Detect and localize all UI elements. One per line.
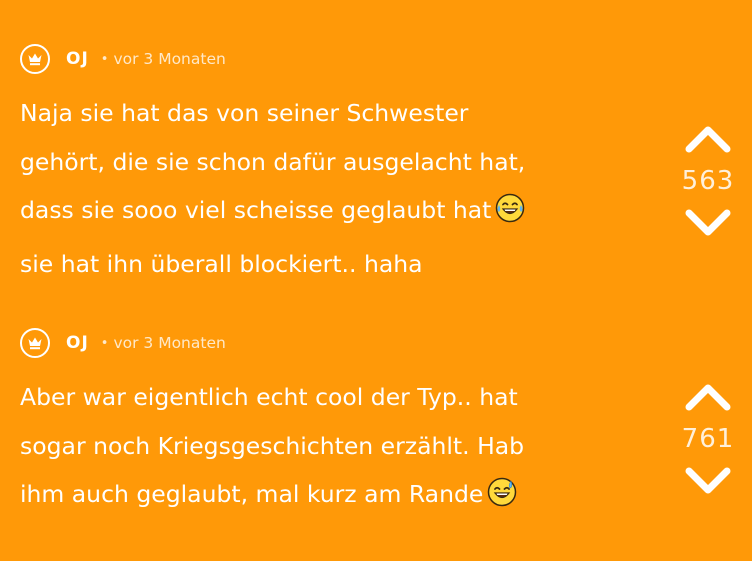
post-body: Naja sie hat das von seiner Schwester ge… (20, 99, 526, 224)
crown-icon (20, 44, 50, 74)
downvote-button[interactable] (678, 203, 738, 243)
upvote-button[interactable] (678, 377, 738, 417)
author-name[interactable]: OJ (66, 333, 89, 353)
vote-count: 563 (681, 166, 735, 196)
downvote-button[interactable] (678, 461, 738, 501)
vote-count: 761 (681, 424, 735, 454)
chevron-up-icon (685, 384, 731, 411)
post-meta: OJ • vor 3 Monaten (20, 41, 226, 77)
post-meta: OJ • vor 3 Monaten (20, 325, 226, 361)
author-name[interactable]: OJ (66, 49, 89, 69)
post-timestamp: vor 3 Monaten (113, 334, 226, 352)
meta-separator: • (100, 51, 109, 67)
reply-feed: OJ • vor 3 Monaten Naja sie hat das von … (0, 0, 752, 561)
post-text: Aber war eigentlich echt cool der Typ.. … (20, 373, 650, 524)
chevron-up-icon (685, 126, 731, 153)
upvote-button[interactable] (678, 119, 738, 159)
post-text: Naja sie hat das von seiner Schwester ge… (20, 89, 650, 288)
vote-control: 563 (668, 119, 748, 243)
meta-separator: • (100, 335, 109, 351)
face-with-tears-of-joy-icon (495, 191, 525, 240)
post-body-continued: sie hat ihn überall blockiert.. haha (20, 249, 423, 278)
post-body: Aber war eigentlich echt cool der Typ.. … (20, 383, 525, 508)
chevron-down-icon (685, 209, 731, 236)
chevron-down-icon (685, 467, 731, 494)
post-timestamp: vor 3 Monaten (113, 50, 226, 68)
grinning-face-with-sweat-icon (487, 475, 517, 524)
vote-control: 761 (668, 377, 748, 501)
crown-icon (20, 328, 50, 358)
